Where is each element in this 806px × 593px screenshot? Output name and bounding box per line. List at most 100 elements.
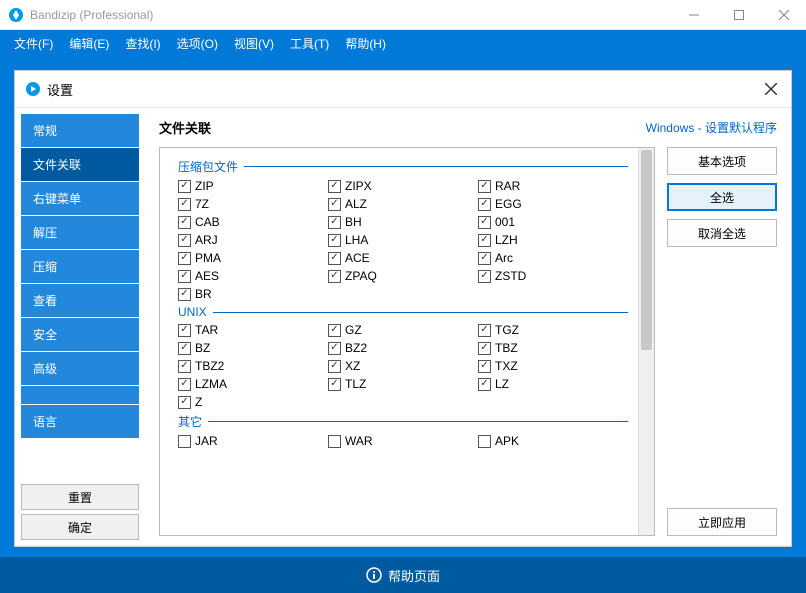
checkbox-icon — [328, 252, 341, 265]
check-tbz[interactable]: TBZ — [478, 341, 620, 355]
checkbox-icon — [478, 378, 491, 391]
maximize-button[interactable] — [716, 0, 761, 30]
check-war[interactable]: WAR — [328, 434, 470, 448]
checkbox-icon — [478, 198, 491, 211]
check-alz[interactable]: ALZ — [328, 197, 470, 211]
check-br[interactable]: BR — [178, 287, 320, 301]
check-egg[interactable]: EGG — [478, 197, 620, 211]
checkbox-icon — [178, 288, 191, 301]
checkbox-icon — [328, 234, 341, 247]
sidebar-item-4[interactable]: 压缩 — [21, 250, 139, 283]
apply-button[interactable]: 立即应用 — [667, 508, 777, 536]
check-7z[interactable]: 7Z — [178, 197, 320, 211]
check-zipx[interactable]: ZIPX — [328, 179, 470, 193]
dialog-close-button[interactable] — [761, 79, 781, 99]
sidebar-item-language[interactable]: 语言 — [21, 405, 139, 438]
checkbox-icon — [178, 270, 191, 283]
sidebar-item-2[interactable]: 右键菜单 — [21, 182, 139, 215]
check-001[interactable]: 001 — [478, 215, 620, 229]
check-label: JAR — [195, 434, 218, 448]
check-ace[interactable]: ACE — [328, 251, 470, 265]
content-panel: 文件关联 Windows - 设置默认程序 压缩包文件 ZIP ZIPX RAR 7Z A… — [145, 108, 791, 546]
check-aes[interactable]: AES — [178, 269, 320, 283]
footer[interactable]: 帮助页面 — [0, 557, 806, 593]
check-label: ARJ — [195, 233, 218, 247]
check-tlz[interactable]: TLZ — [328, 377, 470, 391]
menu-view[interactable]: 视图(V) — [226, 35, 282, 52]
check-zpaq[interactable]: ZPAQ — [328, 269, 470, 283]
checkbox-icon — [328, 270, 341, 283]
ok-button[interactable]: 确定 — [21, 514, 139, 540]
check-lzh[interactable]: LZH — [478, 233, 620, 247]
check-cab[interactable]: CAB — [178, 215, 320, 229]
check-txz[interactable]: TXZ — [478, 359, 620, 373]
check-pma[interactable]: PMA — [178, 251, 320, 265]
check-zstd[interactable]: ZSTD — [478, 269, 620, 283]
check-zip[interactable]: ZIP — [178, 179, 320, 193]
check-tgz[interactable]: TGZ — [478, 323, 620, 337]
check-xz[interactable]: XZ — [328, 359, 470, 373]
check-arc[interactable]: Arc — [478, 251, 620, 265]
checkbox-icon — [478, 435, 491, 448]
reset-button[interactable]: 重置 — [21, 484, 139, 510]
checkbox-icon — [178, 342, 191, 355]
check-rar[interactable]: RAR — [478, 179, 620, 193]
sidebar-item-7[interactable]: 高级 — [21, 352, 139, 385]
check-label: ALZ — [345, 197, 367, 211]
deselect-all-button[interactable]: 取消全选 — [667, 219, 777, 247]
check-label: 7Z — [195, 197, 209, 211]
checkbox-icon — [328, 216, 341, 229]
checkbox-icon — [178, 324, 191, 337]
group-label-0: 压缩包文件 — [178, 158, 628, 175]
checkbox-icon — [478, 324, 491, 337]
checkbox-icon — [328, 180, 341, 193]
check-label: TXZ — [495, 359, 518, 373]
dialog-icon — [25, 81, 41, 97]
check-arj[interactable]: ARJ — [178, 233, 320, 247]
check-jar[interactable]: JAR — [178, 434, 320, 448]
checkbox-icon — [328, 360, 341, 373]
sidebar-item-1[interactable]: 文件关联 — [21, 148, 139, 181]
check-label: AES — [195, 269, 219, 283]
check-label: TBZ2 — [195, 359, 224, 373]
default-programs-link[interactable]: Windows - 设置默认程序 — [646, 119, 777, 136]
check-bz2[interactable]: BZ2 — [328, 341, 470, 355]
sidebar-item-0[interactable]: 常规 — [21, 114, 139, 147]
check-label: LZMA — [195, 377, 227, 391]
checkbox-icon — [178, 360, 191, 373]
check-label: ZPAQ — [345, 269, 377, 283]
check-tbz2[interactable]: TBZ2 — [178, 359, 320, 373]
check-label: 001 — [495, 215, 515, 229]
scrollbar-thumb[interactable] — [641, 150, 652, 350]
check-z[interactable]: Z — [178, 395, 320, 409]
checkbox-icon — [178, 180, 191, 193]
scrollbar[interactable] — [638, 148, 654, 535]
basic-options-button[interactable]: 基本选项 — [667, 147, 777, 175]
content-title: 文件关联 — [159, 118, 646, 137]
menu-help[interactable]: 帮助(H) — [337, 35, 394, 52]
menu-file[interactable]: 文件(F) — [6, 35, 61, 52]
check-bz[interactable]: BZ — [178, 341, 320, 355]
sidebar-item-5[interactable]: 查看 — [21, 284, 139, 317]
select-all-button[interactable]: 全选 — [667, 183, 777, 211]
menu-options[interactable]: 选项(O) — [169, 35, 226, 52]
check-lha[interactable]: LHA — [328, 233, 470, 247]
check-apk[interactable]: APK — [478, 434, 620, 448]
menu-tools[interactable]: 工具(T) — [282, 35, 337, 52]
check-label: LHA — [345, 233, 368, 247]
check-label: Arc — [495, 251, 513, 265]
menu-find[interactable]: 查找(I) — [117, 35, 168, 52]
sidebar-item-3[interactable]: 解压 — [21, 216, 139, 249]
check-lzma[interactable]: LZMA — [178, 377, 320, 391]
checkbox-icon — [478, 342, 491, 355]
check-gz[interactable]: GZ — [328, 323, 470, 337]
menu-edit[interactable]: 编辑(E) — [61, 35, 117, 52]
minimize-button[interactable] — [671, 0, 716, 30]
check-tar[interactable]: TAR — [178, 323, 320, 337]
check-lz[interactable]: LZ — [478, 377, 620, 391]
checkbox-icon — [328, 198, 341, 211]
check-bh[interactable]: BH — [328, 215, 470, 229]
sidebar-item-6[interactable]: 安全 — [21, 318, 139, 351]
check-label: BR — [195, 287, 212, 301]
close-button[interactable] — [761, 0, 806, 30]
